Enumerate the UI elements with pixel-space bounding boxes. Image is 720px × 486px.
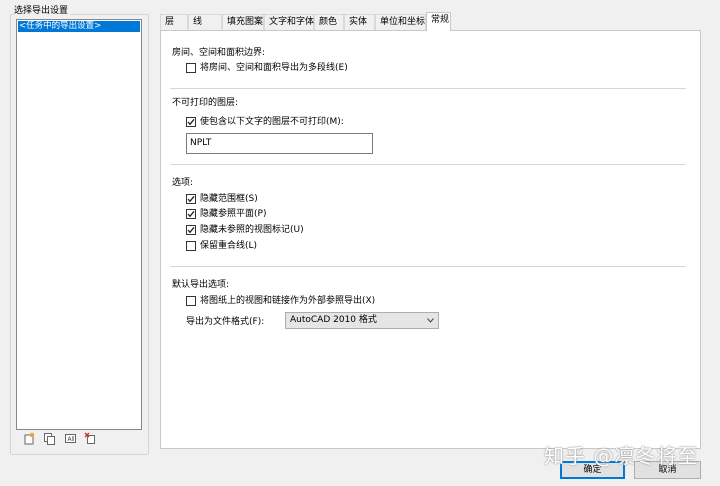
copy-setting-button[interactable] [43,432,56,445]
checkmark-icon [187,195,195,203]
tab-solids[interactable]: 实体 [344,14,375,30]
nonplot-text-field[interactable]: NPLT [186,133,373,154]
tab-text-fonts[interactable]: 文字和字体 [264,14,314,30]
rename-setting-icon: A [65,434,76,443]
hide-unreferenced-tags-checkbox[interactable] [186,225,196,235]
watermark: 知乎 @凛冬将至 [544,444,699,468]
rooms-heading: 房间、空间和面积边界: [172,48,266,58]
export-xref-checkbox[interactable] [186,296,196,306]
preserve-overlap-checkbox[interactable] [186,241,196,251]
checkmark-icon [187,226,195,234]
hide-ref-planes-checkbox[interactable] [186,209,196,219]
hide-scope-boxes-checkbox[interactable] [186,194,196,204]
tab-colors[interactable]: 颜色 [314,14,344,30]
hide-ref-planes-label[interactable]: 隐藏参照平面(P) [200,208,266,220]
divider [170,88,686,89]
delete-setting-icon [84,432,95,444]
divider [170,266,686,267]
tab-units-coordinates[interactable]: 单位和坐标 [375,14,426,30]
tab-lines[interactable]: 线 [188,14,222,30]
checkmark-icon [187,210,195,218]
file-format-label: 导出为文件格式(F): [186,317,265,327]
hide-unreferenced-tags-label[interactable]: 隐藏未参照的视图标记(U) [200,224,304,236]
tab-layers[interactable]: 层 [160,14,188,30]
export-settings-list[interactable]: <任务中的导出设置> [16,19,142,430]
options-heading: 选项: [172,178,194,188]
tab-general[interactable]: 常规 [426,12,451,31]
copy-setting-icon [44,433,55,445]
nonplot-checkbox[interactable] [186,117,196,127]
checkmark-icon [187,118,195,126]
hide-scope-boxes-label[interactable]: 隐藏范围框(S) [200,193,258,205]
rename-setting-button[interactable]: A [64,432,77,445]
nonplot-heading: 不可打印的图层: [172,98,239,108]
preserve-overlap-label[interactable]: 保留重合线(L) [200,240,257,252]
file-format-select[interactable]: AutoCAD 2010 格式 [285,312,439,329]
export-xref-label[interactable]: 将图纸上的视图和链接作为外部参照导出(X) [200,295,375,307]
settings-group-label: 选择导出设置 [14,5,71,17]
delete-setting-button[interactable] [84,432,97,445]
new-setting-icon [24,432,35,445]
defaults-heading: 默认导出选项: [172,280,230,290]
divider [170,164,686,165]
new-setting-button[interactable] [23,432,36,445]
tab-patterns[interactable]: 填充图案 [222,14,264,30]
nonplot-label[interactable]: 使包含以下文字的图层不可打印(M): [200,116,344,128]
list-item[interactable]: <任务中的导出设置> [18,21,140,32]
export-rooms-label[interactable]: 将房间、空间和面积导出为多段线(E) [200,62,348,74]
export-rooms-checkbox[interactable] [186,63,196,73]
chevron-down-icon [427,318,434,323]
file-format-value: AutoCAD 2010 格式 [290,315,377,325]
